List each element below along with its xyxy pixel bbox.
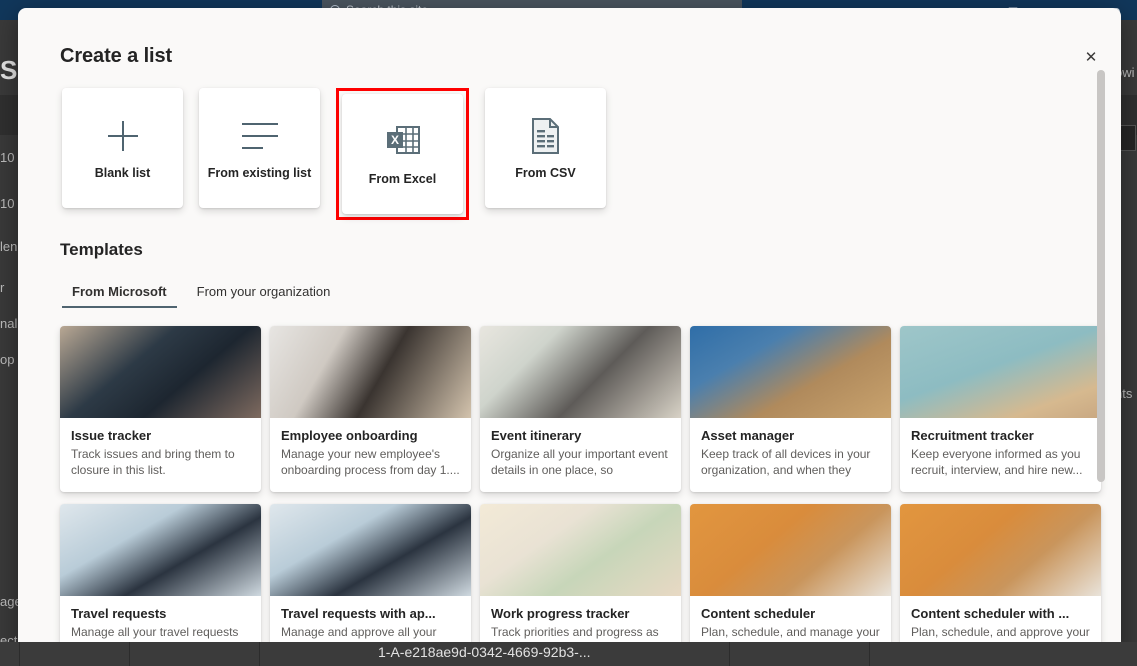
- background-text: len: [0, 239, 17, 254]
- template-description: Keep track of all devices in your organi…: [701, 446, 880, 479]
- template-body: Employee onboarding Manage your new emplo…: [270, 418, 471, 492]
- template-card[interactable]: Travel requestsManage all your travel re…: [60, 504, 261, 658]
- page-title: Create a list: [60, 45, 172, 68]
- template-name: Travel requests: [71, 606, 250, 621]
- template-description: Organize all your important event detail…: [491, 446, 670, 479]
- tab-from-microsoft[interactable]: From Microsoft: [62, 280, 177, 308]
- template-name: Recruitment tracker: [911, 428, 1090, 443]
- template-name: Content scheduler with ...: [911, 606, 1090, 621]
- taskbar-segment: [20, 642, 130, 666]
- template-card[interactable]: Employee onboarding Manage your new emplo…: [270, 326, 471, 492]
- dialog-scrollbar-thumb[interactable]: [1097, 70, 1105, 482]
- template-thumbnail: [60, 326, 261, 418]
- template-name: Content scheduler: [701, 606, 880, 621]
- template-thumbnail: [480, 326, 681, 418]
- template-thumbnail: [480, 504, 681, 596]
- taskbar-segment: [730, 642, 870, 666]
- templates-scroll-area: Issue tracker Track issues and bring them…: [42, 318, 1121, 658]
- template-card[interactable]: Issue tracker Track issues and bring them…: [60, 326, 261, 492]
- templates-tabs: From Microsoft From your organization: [62, 280, 340, 308]
- taskbar-segment: [0, 642, 20, 666]
- background-text: r: [0, 280, 4, 295]
- create-options-row: Blank list From existing list X From Excel F…: [62, 88, 606, 220]
- create-option-label: From Excel: [369, 171, 436, 188]
- create-list-dialog: Create a list ✕ Blank list From existing …: [18, 8, 1121, 658]
- template-description: Manage your new employee's onboarding pr…: [281, 446, 460, 479]
- excel-icon: X: [385, 121, 421, 163]
- template-name: Work progress tracker: [491, 606, 670, 621]
- create-option-from-csv[interactable]: From CSV: [485, 88, 606, 208]
- plus-icon: [108, 115, 138, 157]
- taskbar-label: 1-A-e218ae9d-0342-4669-92b3-...: [378, 644, 591, 660]
- taskbar-segment: [130, 642, 260, 666]
- template-card[interactable]: Travel requests with ap...Manage and app…: [270, 504, 471, 658]
- template-card[interactable]: Asset manager Keep track of all devices i…: [690, 326, 891, 492]
- template-thumbnail: [270, 326, 471, 418]
- template-name: Employee onboarding: [281, 428, 460, 443]
- template-thumbnail: [270, 504, 471, 596]
- create-option-from-existing-list[interactable]: From existing list: [199, 88, 320, 208]
- create-option-label: From existing list: [208, 165, 312, 182]
- template-card[interactable]: Recruitment tracker Keep everyone informe…: [900, 326, 1101, 492]
- create-option-label: From CSV: [515, 165, 575, 182]
- templates-heading: Templates: [60, 240, 143, 260]
- template-thumbnail: [900, 504, 1101, 596]
- template-card[interactable]: Content scheduler with ...Plan, schedule…: [900, 504, 1101, 658]
- template-name: Issue tracker: [71, 428, 250, 443]
- template-body: Event itinerary Organize all your importa…: [480, 418, 681, 492]
- template-body: Issue tracker Track issues and bring them…: [60, 418, 261, 492]
- svg-text:X: X: [390, 133, 398, 147]
- background-text: 10: [0, 150, 14, 165]
- template-thumbnail: [690, 326, 891, 418]
- template-name: Travel requests with ap...: [281, 606, 460, 621]
- template-body: Recruitment tracker Keep everyone informe…: [900, 418, 1101, 492]
- template-card[interactable]: Event itinerary Organize all your importa…: [480, 326, 681, 492]
- highlight-annotation: X From Excel: [336, 88, 469, 220]
- list-lines-icon: [242, 115, 278, 157]
- background-text: op: [0, 352, 14, 367]
- background-text: S: [0, 55, 17, 86]
- template-card[interactable]: Work progress trackerTrack priorities an…: [480, 504, 681, 658]
- template-card[interactable]: Content schedulerPlan, schedule, and man…: [690, 504, 891, 658]
- template-thumbnail: [60, 504, 261, 596]
- template-body: Asset manager Keep track of all devices i…: [690, 418, 891, 492]
- template-thumbnail: [900, 326, 1101, 418]
- create-option-blank-list[interactable]: Blank list: [62, 88, 183, 208]
- csv-document-icon: [531, 115, 561, 157]
- taskbar: 1-A-e218ae9d-0342-4669-92b3-...: [0, 642, 1137, 666]
- template-thumbnail: [690, 504, 891, 596]
- close-icon[interactable]: ✕: [1075, 41, 1107, 73]
- template-description: Track issues and bring them to closure i…: [71, 446, 250, 479]
- template-description: Keep everyone informed as you recruit, i…: [911, 446, 1090, 479]
- create-option-label: Blank list: [95, 165, 151, 182]
- dialog-scrollbar[interactable]: [1097, 70, 1105, 650]
- background-text: nal: [0, 316, 17, 331]
- create-option-from-excel[interactable]: X From Excel: [342, 94, 463, 214]
- template-name: Asset manager: [701, 428, 880, 443]
- tab-from-your-organization[interactable]: From your organization: [187, 280, 341, 308]
- templates-grid: Issue tracker Track issues and bring them…: [42, 318, 1121, 658]
- template-name: Event itinerary: [491, 428, 670, 443]
